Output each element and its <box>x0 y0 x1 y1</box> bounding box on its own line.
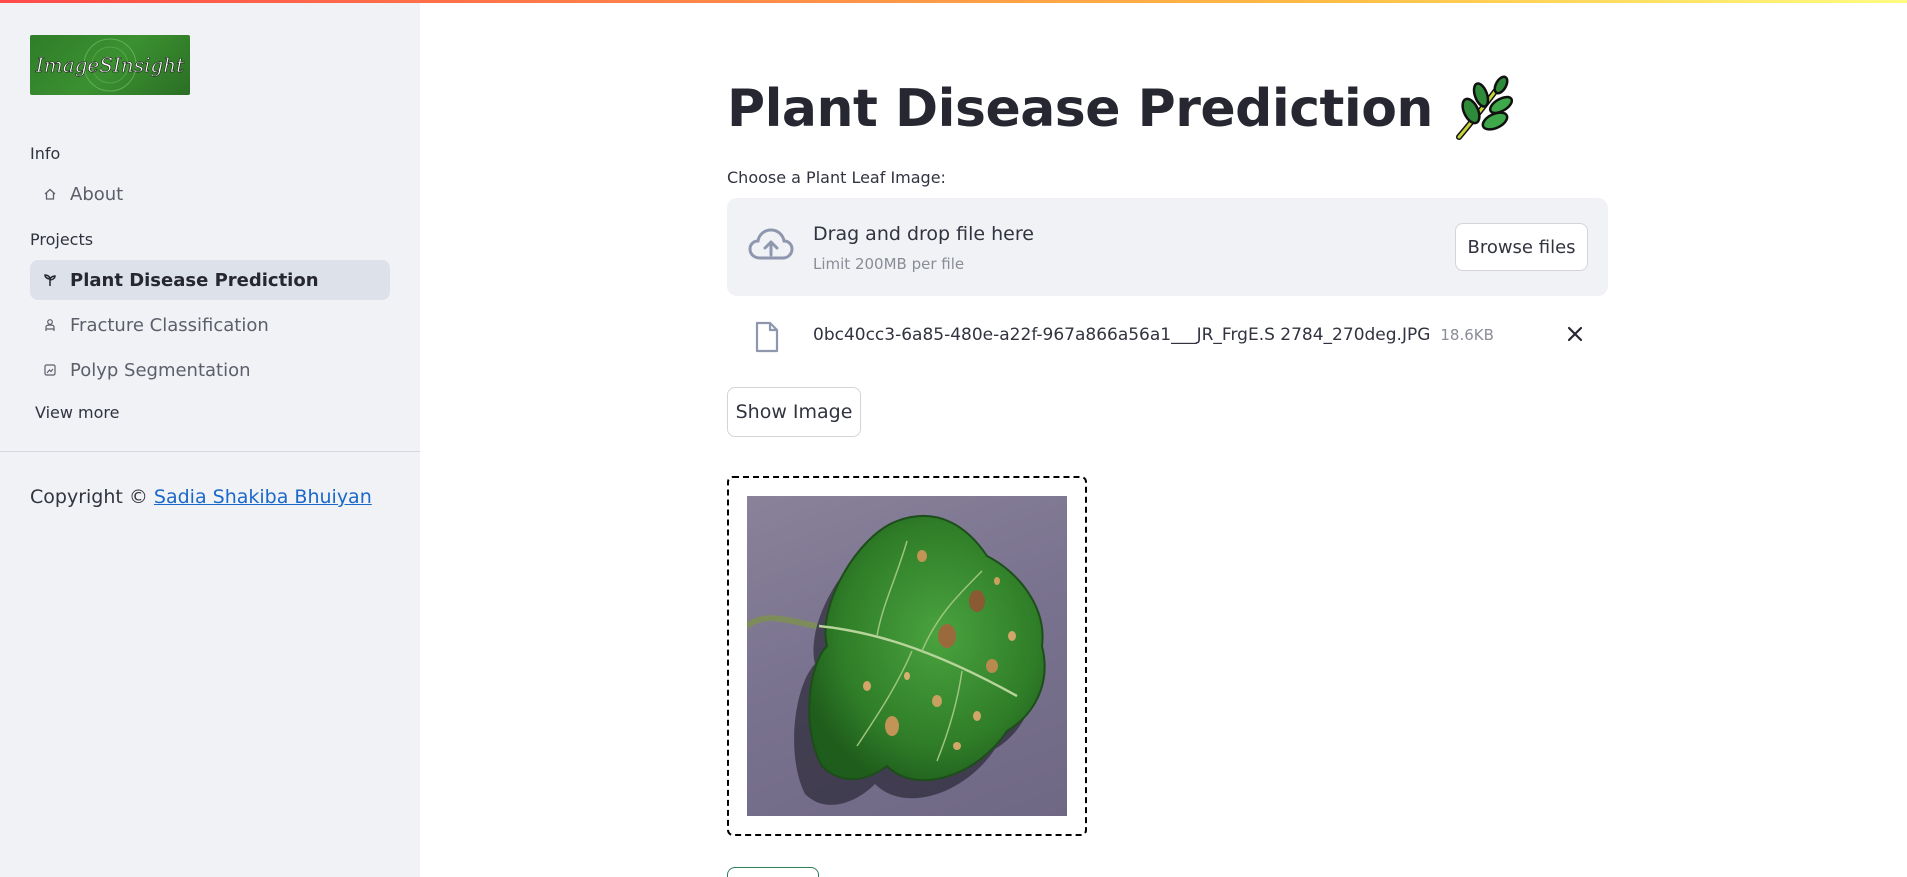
plant-icon <box>42 272 58 288</box>
uploaded-file-row: 0bc40cc3-6a85-480e-a22f-967a866a56a1___J… <box>727 315 1608 357</box>
sidebar-item-about[interactable]: About <box>30 174 390 214</box>
file-name-text: 0bc40cc3-6a85-480e-a22f-967a866a56a1___J… <box>813 325 1431 345</box>
file-icon <box>754 321 780 357</box>
leaf-icon <box>1451 75 1513 143</box>
sidebar-item-label: Fracture Classification <box>70 314 269 336</box>
svg-text:ImageSInsight: ImageSInsight <box>35 53 185 77</box>
remove-file-icon[interactable] <box>1566 325 1584 347</box>
author-link[interactable]: Sadia Shakiba Bhuiyan <box>154 486 372 508</box>
top-decoration-bar <box>0 0 1907 3</box>
sidebar-item-fracture-classification[interactable]: Fracture Classification <box>30 305 390 345</box>
dropzone-title: Drag and drop file here <box>813 223 1034 245</box>
section-heading-projects: Projects <box>30 230 94 249</box>
uploaded-file-name: 0bc40cc3-6a85-480e-a22f-967a866a56a1___J… <box>813 325 1494 345</box>
page-title: Plant Disease Prediction <box>727 75 1513 143</box>
file-size: 18.6KB <box>1440 326 1494 344</box>
copyright-text: Copyright © Sadia Shakiba Bhuiyan <box>30 486 372 508</box>
sidebar: ImageSInsight Info About Projects Plant … <box>0 0 420 877</box>
view-more-link[interactable]: View more <box>35 403 120 422</box>
uploader-label: Choose a Plant Leaf Image: <box>727 168 946 187</box>
sidebar-item-label: About <box>70 183 124 205</box>
browse-files-button[interactable]: Browse files <box>1455 223 1588 271</box>
sidebar-item-label: Polyp Segmentation <box>70 359 251 381</box>
dropzone-limit: Limit 200MB per file <box>813 255 965 273</box>
next-action-button[interactable] <box>727 867 819 877</box>
uploaded-leaf-image <box>747 496 1067 816</box>
file-dropzone[interactable]: Drag and drop file here Limit 200MB per … <box>727 198 1608 296</box>
section-heading-info: Info <box>30 144 61 163</box>
home-icon <box>42 186 58 202</box>
sidebar-item-plant-disease-prediction[interactable]: Plant Disease Prediction <box>30 260 390 300</box>
person-icon <box>42 317 58 333</box>
cloud-upload-icon <box>747 226 795 270</box>
sidebar-item-polyp-segmentation[interactable]: Polyp Segmentation <box>30 350 390 390</box>
copyright-prefix: Copyright © <box>30 486 154 508</box>
page-title-text: Plant Disease Prediction <box>727 79 1433 139</box>
show-image-button[interactable]: Show Image <box>727 387 861 437</box>
sidebar-item-label: Plant Disease Prediction <box>70 269 319 291</box>
app-logo[interactable]: ImageSInsight <box>30 35 190 95</box>
image-preview-frame <box>727 476 1087 836</box>
sidebar-divider <box>0 451 420 452</box>
image-icon <box>42 362 58 378</box>
